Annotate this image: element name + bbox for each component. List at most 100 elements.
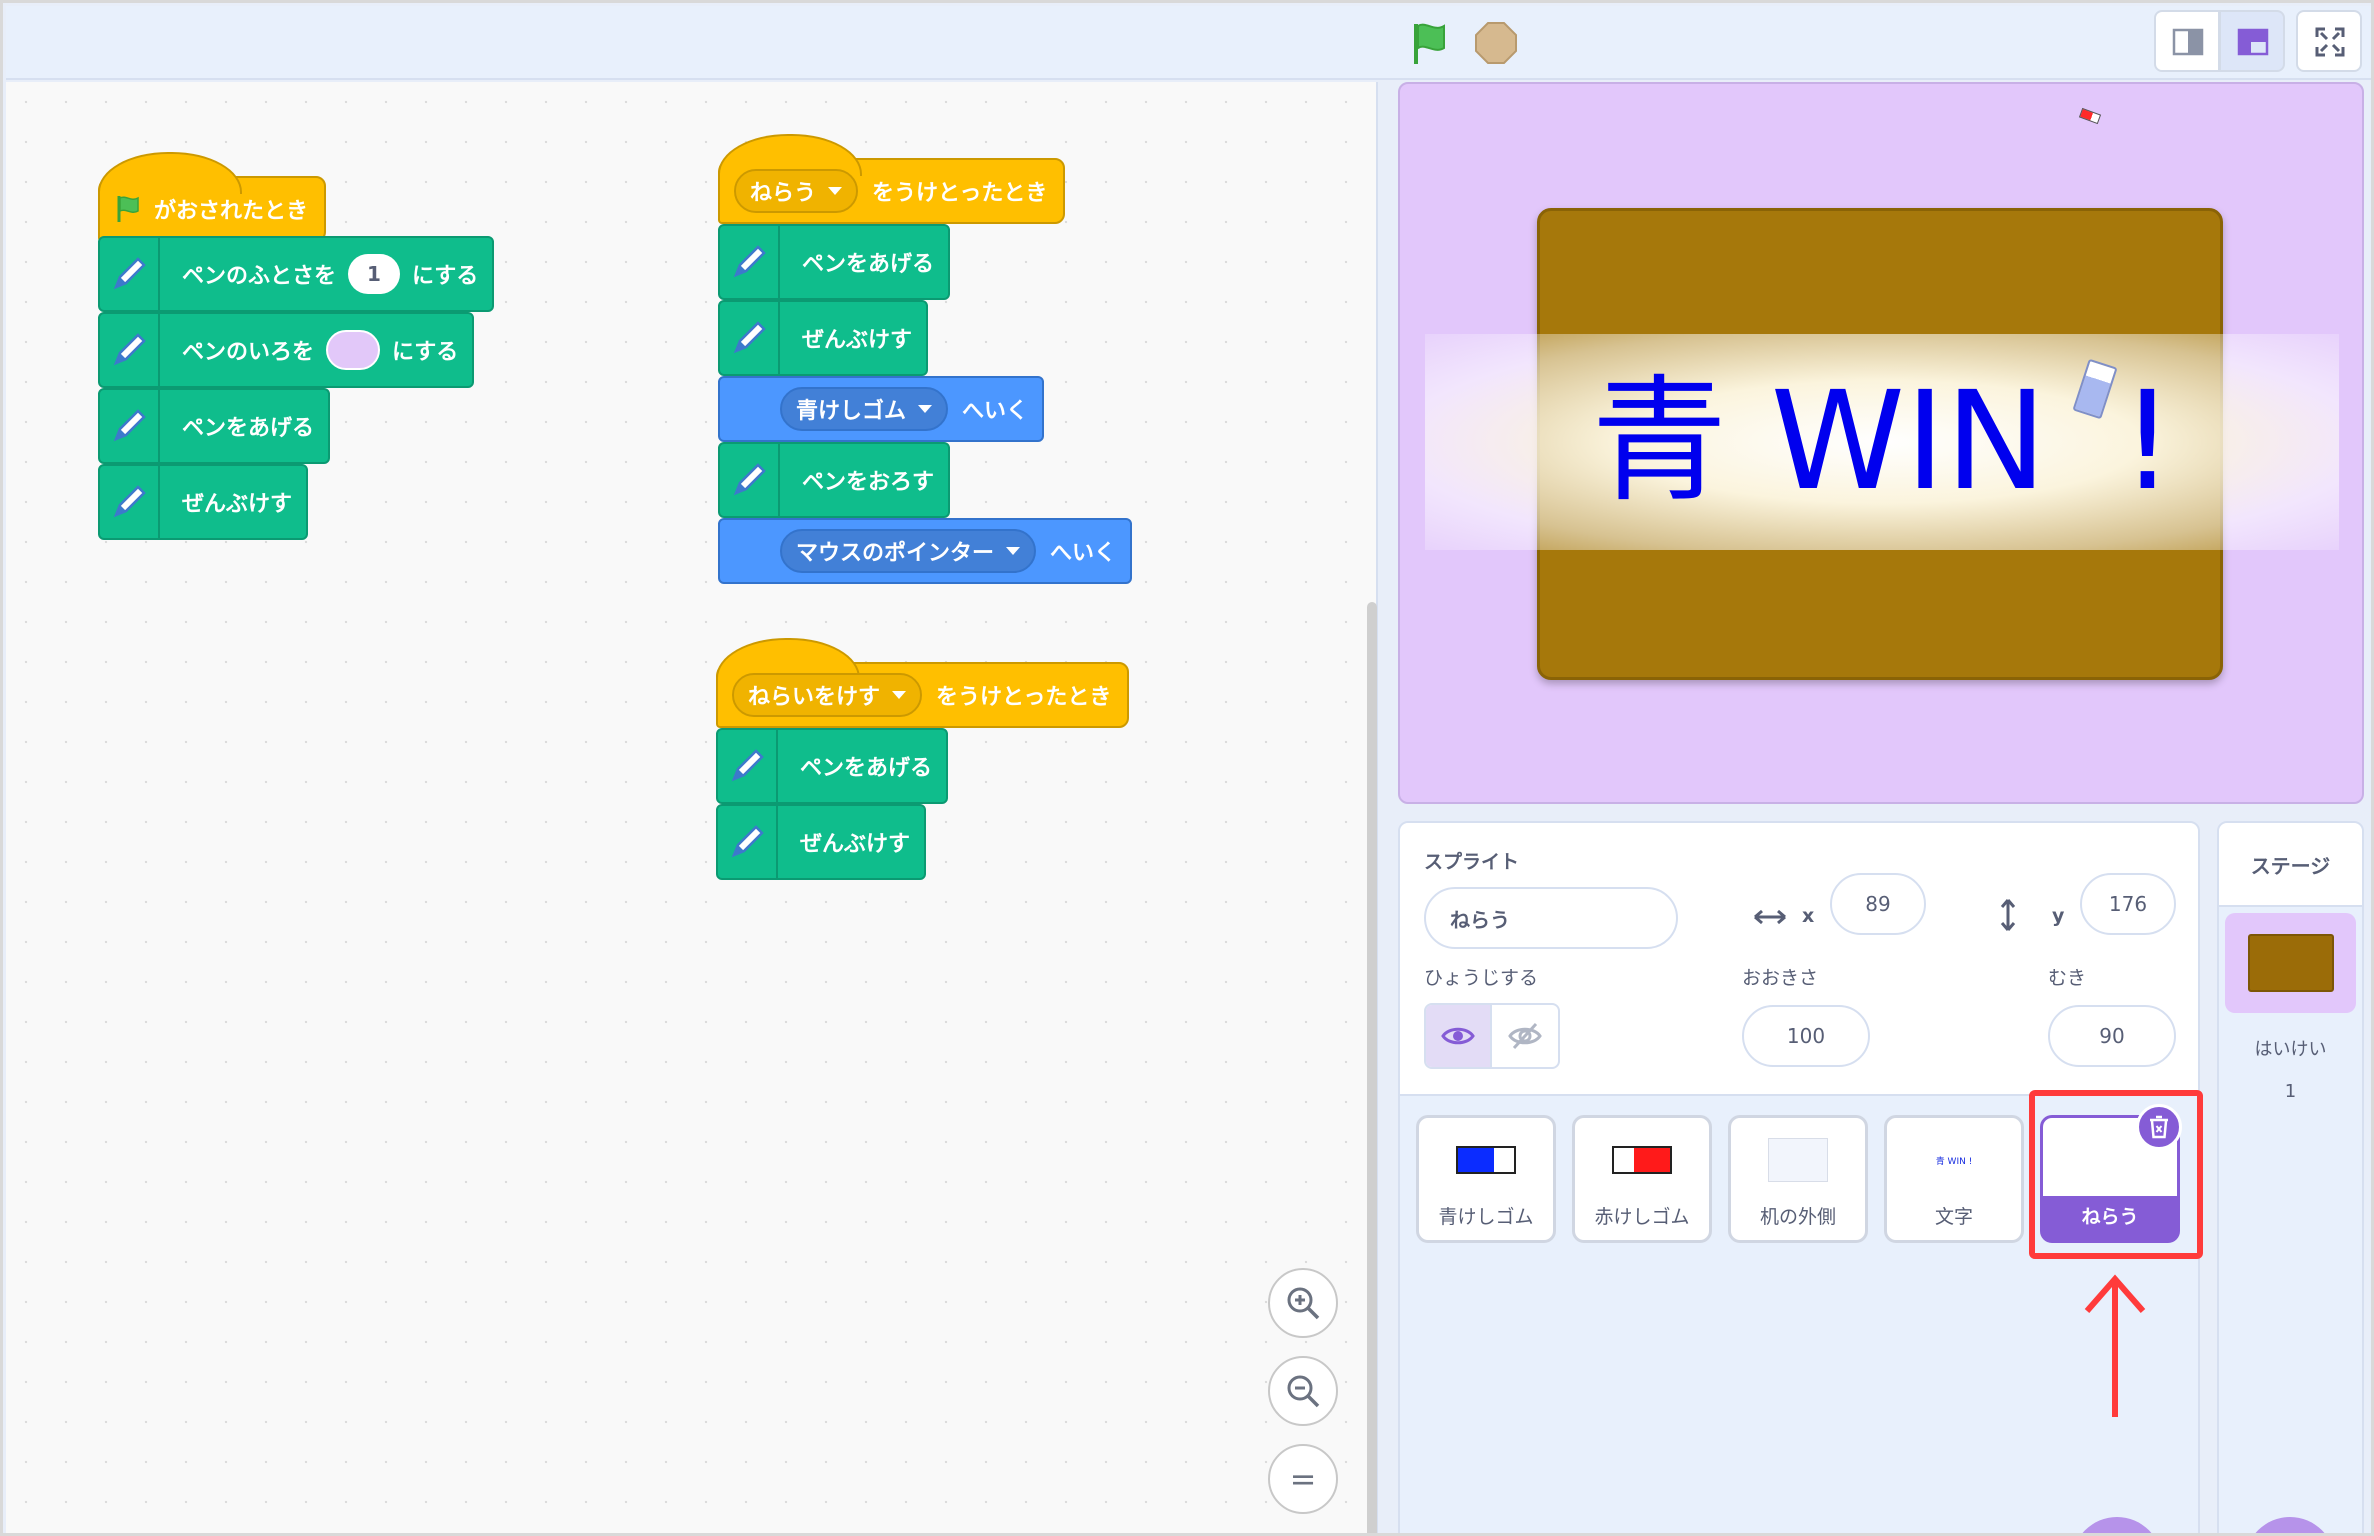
small-stage-button[interactable] [2154,10,2220,72]
block-text: ペンをあげる [182,416,315,441]
dropdown-label: マウスのポインター [796,541,995,566]
backdrops-count: 1 [2284,1081,2297,1102]
sprite-tile-blue-eraser[interactable]: 青けしゴム [1416,1115,1556,1243]
dropdown-label: ねらいをけす [748,685,881,710]
stage-selector[interactable]: ステージ はいけい 1 [2217,821,2364,1533]
pen-up-block[interactable]: ペンをあげる [98,388,331,464]
win-team-text: 青 [1591,363,1728,521]
green-flag-icon [117,196,139,222]
go-to-target-dropdown[interactable]: 青けしゴム [780,387,949,431]
sprite-tile-desk-outside[interactable]: 机の外側 [1728,1115,1868,1243]
win-exclaim-text: ! [2120,363,2175,521]
eye-hidden-icon [1508,1022,1542,1050]
fullscreen-button[interactable] [2296,10,2362,72]
block-text: へいく [1050,541,1117,566]
when-receive-block[interactable]: ねらいをけす をうけとったとき [716,638,1130,728]
x-label: x [1802,905,1815,927]
block-text: にする [412,264,479,289]
erase-all-block[interactable]: ぜんぶけす [718,300,929,376]
hat-label: をうけとったとき [872,181,1048,206]
pen-up-block[interactable]: ペンをあげる [718,224,951,300]
zoom-reset-button[interactable]: = [1268,1444,1338,1514]
caret-down-icon [828,187,843,195]
pen-color-input[interactable] [326,330,381,370]
set-pen-color-block[interactable]: ペンのいろを にする [98,312,475,388]
y-input[interactable]: 176 [2080,873,2176,935]
size-input[interactable]: 100 [1742,1005,1870,1067]
pen-icon [100,466,160,538]
sprite-name: 赤けしゴム [1594,1206,1690,1228]
sprite-thumbnail [1731,1130,1865,1190]
backdrop-thumbnail[interactable] [2225,913,2356,1013]
block-text: ぜんぶけす [800,832,911,857]
block-text: ペンのいろを [182,340,315,365]
arrow-up-icon [2084,1274,2146,1417]
workspace-scrollbar[interactable] [1367,602,1377,1533]
stage-header-bar [6,6,2371,80]
dropdown-label: 青けしゴム [796,399,907,424]
go-to-block[interactable]: 青けしゴム へいく [718,376,1045,442]
sprite-thumbnail [1575,1130,1709,1190]
block-text: ぜんぶけす [802,328,913,353]
sprite-name: 青けしゴム [1438,1206,1534,1228]
direction-label: むき [2048,967,2087,989]
zoom-out-icon [1287,1375,1320,1408]
fullscreen-icon [2315,27,2345,57]
block-text: ペンのふとさを [182,264,337,289]
win-word-text: WIN [1770,363,2047,521]
normal-stage-button[interactable] [2219,10,2285,72]
x-input[interactable]: 89 [1830,873,1926,935]
stop-icon[interactable] [1471,18,1521,68]
choose-backdrop-button[interactable] [2245,1517,2335,1533]
trash-icon [2150,1115,2168,1139]
sprite-tile-red-eraser[interactable]: 赤けしゴム [1572,1115,1712,1243]
pen-icon [720,302,780,374]
go-to-target-dropdown[interactable]: マウスのポインター [780,529,1037,573]
message-dropdown[interactable]: ねらいをけす [732,673,923,717]
x-arrows-icon [1754,909,1786,925]
go-to-block[interactable]: マウスのポインター へいく [718,518,1133,584]
zoom-out-button[interactable] [1268,1356,1338,1426]
when-receive-block[interactable]: ねらう をうけとったとき [718,134,1066,224]
erase-all-block[interactable]: ぜんぶけす [98,464,309,540]
pen-icon [100,238,160,310]
hide-button[interactable] [1492,1005,1558,1067]
sprite-name: 机の外側 [1759,1206,1836,1228]
delete-sprite-button[interactable] [2136,1104,2182,1150]
win-message: 青 WIN ! [1400,342,2362,542]
choose-sprite-button[interactable] [2072,1517,2162,1533]
sprite-name-input[interactable]: ねらう [1424,887,1678,949]
erase-all-block[interactable]: ぜんぶけす [716,804,927,880]
hat-label: をうけとったとき [936,685,1112,710]
visibility-toggle [1424,1003,1560,1069]
direction-input[interactable]: 90 [2048,1005,2176,1067]
zoom-in-icon [1287,1287,1320,1320]
zoom-reset-icon: = [1289,1460,1317,1498]
pen-icon [720,226,780,298]
eye-icon [1441,1027,1475,1045]
stage-canvas[interactable]: 青 WIN ! [1398,82,2364,804]
scratch-editor: がおされたとき ペンのふとさを 1 にする ペンのいろを にする ペンをあげる … [0,0,2374,1536]
caret-down-icon [1006,547,1021,555]
zoom-in-button[interactable] [1268,1268,1338,1338]
pen-up-block[interactable]: ペンをあげる [716,728,949,804]
set-pen-size-block[interactable]: ペンのふとさを 1 にする [98,236,495,312]
red-eraser-sprite[interactable] [2078,107,2102,125]
small-stage-icon [2172,28,2204,56]
green-flag-icon[interactable] [1406,18,1456,68]
block-text: ペンをあげる [802,252,935,277]
thumb-text: 青 WIN ! [1935,1156,1973,1167]
pen-size-input[interactable]: 1 [348,254,401,294]
backdrops-label: はいけい [2254,1039,2327,1060]
when-flag-clicked-block[interactable]: がおされたとき [98,152,327,242]
message-dropdown[interactable]: ねらう [734,169,859,213]
pen-icon [100,314,160,386]
block-text: へいく [962,399,1029,424]
code-workspace[interactable]: がおされたとき ペンのふとさを 1 にする ペンのいろを にする ペンをあげる … [6,82,1378,1533]
sprite-tile-text[interactable]: 青 WIN ! 文字 [1884,1115,2024,1243]
pen-down-block[interactable]: ペンをおろす [718,442,951,518]
pen-icon [720,444,780,516]
block-text: にする [392,340,459,365]
stage-title: ステージ [2219,823,2362,907]
show-button[interactable] [1426,1005,1493,1067]
